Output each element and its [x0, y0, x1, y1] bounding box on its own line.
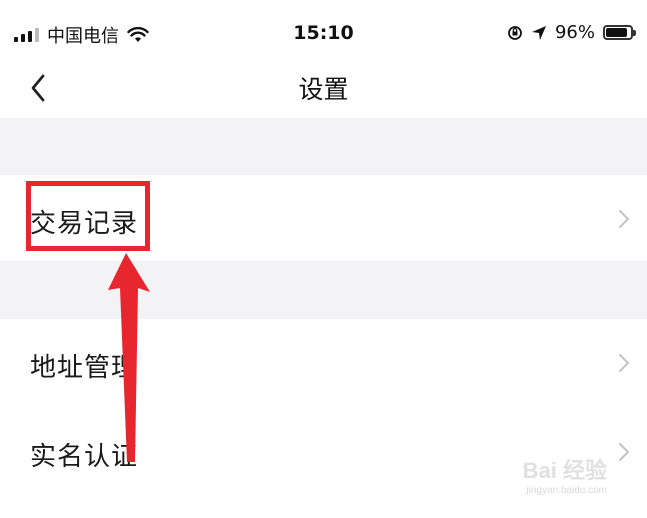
- watermark-logo: Bai 经验: [522, 458, 607, 483]
- chevron-right-icon: [619, 443, 629, 461]
- section-gap: [0, 118, 647, 175]
- page-title: 设置: [298, 75, 349, 104]
- battery-icon: [603, 25, 636, 40]
- chevron-right-icon: [619, 210, 629, 228]
- row-address-management[interactable]: 地址管理: [0, 319, 647, 405]
- battery-fill: [606, 28, 627, 37]
- location-icon: [531, 25, 546, 40]
- watermark: Bai 经验 jingyan.baidu.com: [523, 453, 607, 496]
- section-gap: [0, 261, 647, 319]
- status-right: 96%: [507, 22, 636, 43]
- row-label: 实名认证: [30, 442, 139, 472]
- chevron-right-icon: [619, 354, 629, 372]
- orientation-lock-icon: [508, 25, 522, 40]
- row-label: 地址管理: [30, 353, 139, 383]
- nav-bar: 设置: [0, 60, 647, 116]
- watermark-url: jingyan.baidu.com: [526, 485, 607, 496]
- status-bar: 中国电信 15:10 96%: [0, 0, 647, 64]
- highlight-box: [26, 181, 150, 251]
- battery-percent: 96%: [554, 22, 595, 43]
